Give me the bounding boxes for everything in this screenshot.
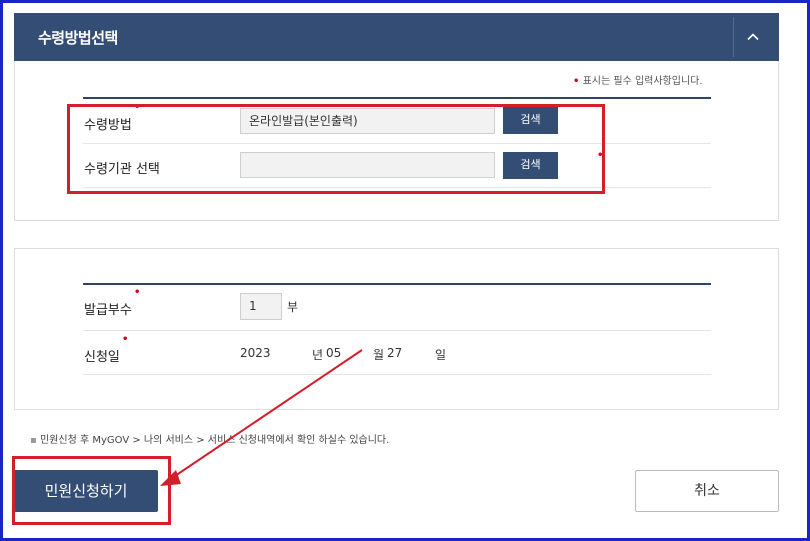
month-unit: 월 [373,348,385,362]
required-note: • 표시는 필수 입력사항입니다. [573,72,703,87]
footer-note: ▪ 민원신청 후 MyGOV > 나의 서비스 > 서비스 신청내역에서 확인 … [30,431,389,446]
highlight-box [12,456,171,525]
copies-input[interactable]: 1 [240,293,282,320]
chevron-up-icon[interactable] [747,28,759,41]
issue-info-panel [14,248,779,410]
copies-label: 발급부수 [84,303,132,318]
bullet-icon: ▪ [30,435,37,446]
required-marker: • [122,334,129,345]
row-divider [83,330,711,331]
month-value: 05 [326,346,342,360]
copies-unit: 부 [287,300,299,314]
year-unit: 년 [312,348,324,362]
section-header [14,13,779,61]
table-top-line [83,97,711,99]
year-value: 2023 [240,346,271,360]
required-marker: • [573,76,580,87]
date-label: 신청일 [84,350,120,365]
highlight-box [67,104,605,194]
header-divider [733,17,734,57]
section-title: 수령방법선택 [38,29,118,47]
day-value: 27 [387,346,403,360]
cancel-button[interactable]: 취소 [635,470,779,512]
table-top-line [83,283,711,285]
required-note-text: 표시는 필수 입력사항입니다. [582,76,703,87]
footer-note-text: 민원신청 후 MyGOV > 나의 서비스 > 서비스 신청내역에서 확인 하실… [39,435,390,446]
day-unit: 일 [435,348,447,362]
required-marker: • [134,287,141,298]
row-divider [83,374,711,375]
